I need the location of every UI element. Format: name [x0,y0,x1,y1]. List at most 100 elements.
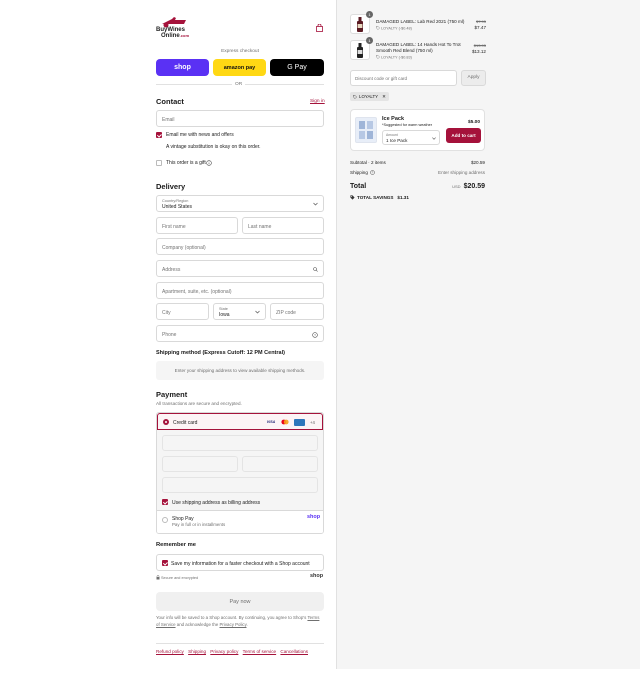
subtotal-label: Subtotal · 2 items [350,160,386,165]
state-label: State [219,306,228,311]
tag-icon [350,195,355,200]
state-select[interactable]: State Iowa [213,303,266,320]
chevron-down-icon [255,310,260,314]
footer-privacy-link[interactable]: Privacy policy [210,649,238,654]
apartment-field[interactable]: Apartment, suite, etc. (optional) [156,282,324,299]
country-select[interactable]: Country/Region United States [156,195,324,212]
billing-label: Use shipping address as billing address [172,499,261,506]
save-info-checkbox[interactable] [162,560,168,566]
zip-field[interactable]: ZIP code [270,303,324,320]
checkout-main: BuyWines Online.com Express checkout sho… [0,0,336,669]
footer-refund-link[interactable]: Refund policy [156,649,184,654]
item-old-price: $13.95 [473,43,486,48]
company-field[interactable]: Company (optional) [156,238,324,255]
last-name-field[interactable]: Last name [242,217,324,234]
privacy-link[interactable]: Privacy Policy [220,622,247,627]
address-field[interactable]: Address [156,260,324,277]
tag-icon [376,55,380,59]
savings-label: TOTAL SAVINGS [357,195,394,200]
company-placeholder: Company (optional) [162,244,206,251]
google-pay-button[interactable]: G Pay [270,59,324,76]
news-label: Email me with news and offers [166,132,234,138]
svg-text:?: ? [314,333,316,337]
savings-value: $1.31 [397,195,409,200]
shop-pay-option[interactable]: Shop Pay Pay in full or in installments … [157,510,323,533]
loyalty-tag: LOYALTY ✕ [350,92,389,101]
logo-text-2: Online.com [161,33,190,39]
ice-pack-image [355,117,377,143]
card-cvv-field[interactable] [242,456,318,472]
shopping-bag-icon[interactable] [316,24,323,32]
footer-cancellations-link[interactable]: Cancellations [280,649,308,654]
tag-icon [353,94,357,99]
shop-pay-button[interactable]: shop [156,59,209,76]
cart-item: 1 DAMAGED LABEL: Lab Red 2021 (750 ml) L… [350,11,487,36]
logo[interactable]: BuyWines Online.com [156,16,196,40]
apply-button[interactable]: Apply [461,70,486,86]
shipping-label: Shipping [350,170,368,175]
payment-options: Credit card VISA +4 Use shipping address… [156,412,324,534]
card-number-field[interactable] [162,435,318,451]
city-field[interactable]: City [156,303,209,320]
first-name-field[interactable]: First name [156,217,238,234]
gift-checkbox[interactable] [156,160,162,166]
card-name-field[interactable] [162,477,318,493]
remove-discount-icon[interactable]: ✕ [382,92,386,101]
total-savings: TOTAL SAVINGS $1.31 [350,195,409,200]
credit-card-radio[interactable] [163,419,169,425]
or-separator: OR [232,82,246,87]
order-summary: 1 DAMAGED LABEL: Lab Red 2021 (750 ml) L… [336,0,640,669]
payment-subtitle: All transactions are secure and encrypte… [156,401,242,406]
footer-terms-link[interactable]: Terms of service [243,649,276,654]
legal-text-2: and acknowledge the [176,621,219,627]
sign-in-link[interactable]: Sign in [310,99,325,104]
upsell-name: Ice Pack [382,116,405,122]
quantity-badge: 1 [366,11,373,18]
gift-label: This order is a gift [166,160,206,166]
more-cards-count: +4 [310,419,315,425]
billing-checkbox[interactable] [162,499,168,505]
card-expiry-field[interactable] [162,456,238,472]
footer-shipping-link[interactable]: Shipping [188,649,206,654]
discount-placeholder: Discount code or gift card [355,76,408,81]
shipping-notice-text: Enter your shipping address to view avai… [174,368,306,373]
remember-box: Save my information for a faster checkou… [156,554,324,571]
footer-links: Refund policy Shipping Privacy policy Te… [156,649,308,654]
credit-card-option[interactable]: Credit card VISA +4 [157,413,323,430]
amex-icon [294,418,305,426]
ice-pack-icon [359,121,373,139]
email-placeholder: Email [162,116,175,123]
save-info-label: Save my information for a faster checkou… [171,560,310,567]
state-value: Iowa [219,312,230,318]
upsell-note: *Suggested for warm weather [382,123,433,127]
pay-now-button[interactable]: Pay now [156,592,324,611]
upsell-card: Ice Pack *Suggested for warm weather $5.… [350,109,485,151]
lock-icon [156,575,160,580]
discount-code-field[interactable]: Discount code or gift card [350,70,457,86]
tag-icon [376,26,380,30]
help-icon[interactable]: ? [370,170,375,175]
add-to-cart-button[interactable]: Add to cart [446,128,481,143]
item-name: DAMAGED LABEL: Lab Red 2021 (750 ml) [376,19,465,24]
upsell-amount-select[interactable]: Amount 1 Ice Pack [382,130,440,145]
wine-bottle-icon [357,43,363,58]
city-placeholder: City [162,309,171,316]
amazon-pay-button[interactable]: amazon pay [213,59,266,76]
news-checkbox[interactable] [156,132,162,138]
footer-divider [156,643,324,644]
currency-code: USD [452,184,461,189]
legal-period: . [246,621,248,627]
payment-title: Payment [156,390,188,399]
help-icon[interactable]: ? [312,331,318,338]
credit-card-label: Credit card [173,419,198,426]
item-name: DAMAGED LABEL: 14 Hands Hot To Trot Smoo… [376,42,461,53]
email-field[interactable]: Email [156,110,324,127]
item-discount: LOYALTY (-$0.83) [376,55,412,60]
phone-field[interactable]: Phone ? [156,325,324,342]
shop-pay-radio[interactable] [162,517,168,523]
visa-icon: VISA [266,420,276,424]
item-old-price: $7.95 [475,19,486,24]
item-discount: LOYALTY (-$0.48) [376,26,412,31]
info-icon[interactable] [206,159,212,166]
item-price: $7.47 [474,25,487,30]
